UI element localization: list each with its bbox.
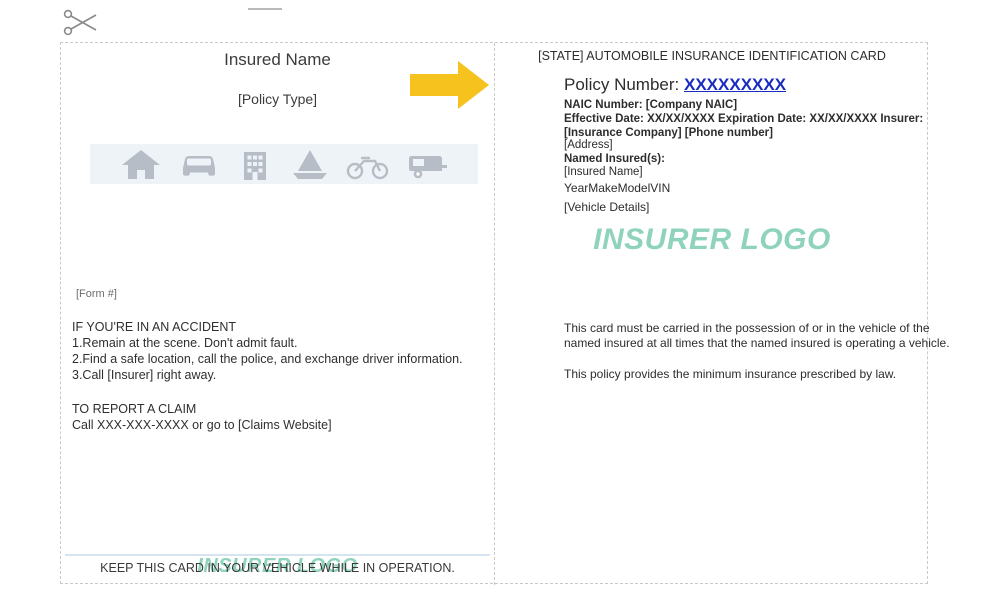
accident-instructions: IF YOU'RE IN AN ACCIDENT 1.Remain at the…	[72, 319, 482, 383]
insurer-logo-right: INSURER LOGO	[593, 223, 831, 256]
policy-number-value: XXXXXXXXX	[684, 75, 787, 94]
vehicle-info: YearMakeModelVIN [Vehicle Details]	[564, 179, 929, 217]
accident-heading: IF YOU'RE IN AN ACCIDENT	[72, 320, 236, 334]
trailer-icon	[405, 147, 449, 181]
carry-card-notice: This card must be carried in the possess…	[564, 321, 950, 350]
building-icon	[235, 146, 275, 182]
card-left-panel: Insured Name [Policy Type] [Form #] IF Y…	[61, 43, 494, 585]
accident-step-2: 2.Find a safe location, call the police,…	[72, 352, 463, 366]
vehicle-details: [Vehicle Details]	[564, 200, 650, 214]
accident-step-3: 3.Call [Insurer] right away.	[72, 368, 217, 382]
claim-text: Call XXX-XXX-XXXX or go to [Claims Websi…	[72, 418, 332, 432]
keep-card-footer: KEEP THIS CARD IN YOUR VEHICLE WHILE IN …	[100, 561, 455, 575]
accident-step-1: 1.Remain at the scene. Don't admit fault…	[72, 336, 298, 350]
address-line: [Address]	[564, 139, 613, 151]
motorcycle-icon	[345, 147, 391, 181]
insured-details: [Address] Named Insured(s): [Insured Nam…	[564, 139, 929, 180]
card-title: [STATE] AUTOMOBILE INSURANCE IDENTIFICAT…	[538, 49, 886, 63]
claim-instructions: TO REPORT A CLAIM Call XXX-XXX-XXXX or g…	[72, 401, 482, 433]
vehicle-header: YearMakeModelVIN	[564, 181, 671, 195]
naic-line: NAIC Number: [Company NAIC]	[564, 99, 738, 111]
footer-rule	[65, 554, 490, 556]
effective-dates-line: Effective Date: XX/XX/XXXX Expiration Da…	[564, 113, 924, 139]
claim-heading: TO REPORT A CLAIM	[72, 402, 197, 416]
insured-name-line: [Insured Name]	[564, 166, 643, 178]
right-arrow-annotation	[410, 58, 490, 112]
card-right-panel: [STATE] AUTOMOBILE INSURANCE IDENTIFICAT…	[495, 43, 949, 585]
cut-line-row	[0, 0, 1000, 42]
scissors-icon	[62, 9, 102, 37]
coverage-icon-row	[90, 139, 478, 189]
document-page: Insured Name [Policy Type] [Form #] IF Y…	[0, 0, 1000, 600]
named-insured-label: Named Insured(s):	[564, 152, 665, 165]
policy-number-label: Policy Number:	[564, 75, 680, 94]
car-icon	[177, 146, 221, 182]
cut-dash	[248, 8, 282, 10]
policy-number-row: Policy Number: XXXXXXXXX	[564, 75, 786, 95]
minimum-insurance-notice: This policy provides the minimum insuran…	[564, 367, 897, 381]
boat-icon	[289, 145, 331, 183]
insurance-id-card: Insured Name [Policy Type] [Form #] IF Y…	[60, 42, 950, 585]
home-icon	[119, 146, 163, 182]
form-number: [Form #]	[76, 288, 117, 300]
